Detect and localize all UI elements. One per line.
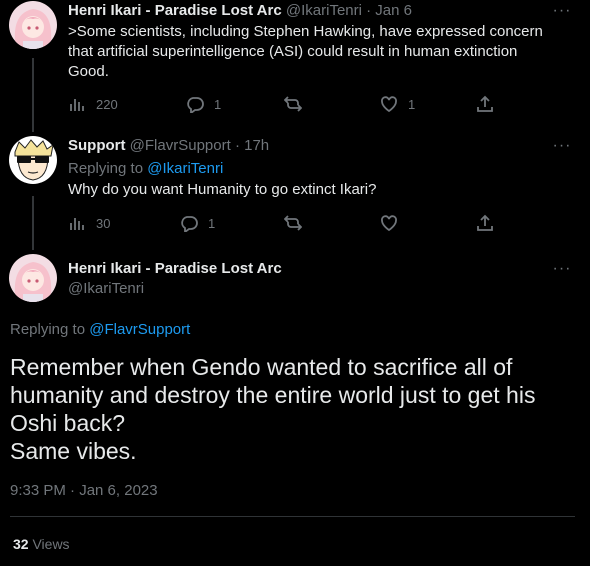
views-summary: 32 Views <box>13 536 70 552</box>
views-button[interactable]: 30 <box>68 213 110 233</box>
text-line: Same vibes. <box>10 438 137 464</box>
tweet[interactable]: Henri Ikari - Paradise Lost Arc @IkariTe… <box>0 0 590 125</box>
like-count: 1 <box>408 96 416 112</box>
reply-icon <box>181 216 198 232</box>
avatar[interactable] <box>9 136 57 184</box>
separator: · <box>234 137 240 154</box>
text-line: humanity and destroy the entire world ju… <box>10 382 536 408</box>
retweet-button[interactable] <box>284 213 312 233</box>
text-line: Oshi back? <box>10 410 126 436</box>
retweet-button[interactable] <box>284 94 312 114</box>
text-line: >Some scientists, including Stephen Hawk… <box>68 23 543 40</box>
views-button[interactable]: 220 <box>68 94 118 114</box>
like-button[interactable]: 1 <box>380 94 415 114</box>
views-label: Views <box>32 536 70 552</box>
views-icon <box>70 218 84 230</box>
reply-icon <box>187 97 204 113</box>
more-icon[interactable]: ··· <box>550 136 574 156</box>
views-count: 220 <box>96 96 118 112</box>
like-button[interactable] <box>380 213 408 233</box>
handle[interactable]: @FlavrSupport <box>130 137 231 154</box>
tweet-timestamp[interactable]: 9:33 PM · Jan 6, 2023 <box>10 482 158 499</box>
replying-prefix: Replying to <box>10 321 86 338</box>
tweet[interactable]: Support @FlavrSupport · 17h ··· Replying… <box>0 135 590 245</box>
focused-tweet: Henri Ikari - Paradise Lost Arc @IkariTe… <box>0 252 590 566</box>
text-line: Why do you want Humanity to go extinct I… <box>68 181 377 198</box>
more-icon[interactable]: ··· <box>550 1 574 21</box>
reply-count: 1 <box>208 215 216 231</box>
display-name-text: Henri Ikari - Paradise Lost Arc <box>68 260 282 277</box>
text-line: Good. <box>68 63 109 80</box>
display-name[interactable]: Support <box>68 137 126 154</box>
reply-button[interactable]: 1 <box>180 213 215 233</box>
replying-handle-link[interactable]: @FlavrSupport <box>89 321 190 338</box>
retweet-icon <box>284 215 302 231</box>
views-count: 30 <box>96 215 111 231</box>
handle[interactable]: @IkariTenri <box>286 2 362 19</box>
handle-text: @IkariTenri <box>68 280 145 297</box>
views-total: 32 <box>13 536 29 552</box>
share-icon <box>477 214 493 231</box>
avatar[interactable] <box>9 254 57 302</box>
share-button[interactable] <box>476 94 494 114</box>
share-icon <box>477 95 493 112</box>
retweet-icon <box>284 96 302 112</box>
separator: · <box>366 2 372 19</box>
handle[interactable]: @IkariTenri <box>68 279 144 299</box>
views-icon <box>70 99 84 111</box>
action-bar: 30 1 <box>68 213 508 233</box>
reply-count: 1 <box>214 96 222 112</box>
tweet-header: Henri Ikari - Paradise Lost Arc @IkariTe… <box>68 1 412 21</box>
tweet-text: Remember when Gendo wanted to sacrifice … <box>10 353 570 465</box>
display-name[interactable]: Henri Ikari - Paradise Lost Arc <box>68 259 282 279</box>
replying-to: Replying to @FlavrSupport <box>10 320 190 340</box>
like-icon <box>381 215 397 232</box>
like-icon <box>381 96 397 113</box>
divider <box>10 516 575 517</box>
tweet-text: Why do you want Humanity to go extinct I… <box>68 180 573 200</box>
share-button[interactable] <box>476 213 494 233</box>
timestamp[interactable]: 17h <box>244 137 269 154</box>
tweet-header: Support @FlavrSupport · 17h <box>68 136 269 156</box>
more-icon[interactable]: ··· <box>550 259 574 279</box>
avatar[interactable] <box>9 1 57 49</box>
display-name[interactable]: Henri Ikari - Paradise Lost Arc <box>68 2 282 19</box>
text-line: that artificial superintelligence (ASI) … <box>68 43 518 60</box>
text-line: Remember when Gendo wanted to sacrifice … <box>10 354 513 380</box>
replying-prefix: Replying to <box>68 160 144 177</box>
replying-handle-link[interactable]: @IkariTenri <box>147 160 223 177</box>
reply-button[interactable]: 1 <box>186 94 221 114</box>
replying-to: Replying to @IkariTenri <box>68 159 223 179</box>
action-bar: 220 1 1 <box>68 94 508 114</box>
timestamp[interactable]: Jan 6 <box>375 2 412 19</box>
tweet-text: >Some scientists, including Stephen Hawk… <box>68 22 573 82</box>
